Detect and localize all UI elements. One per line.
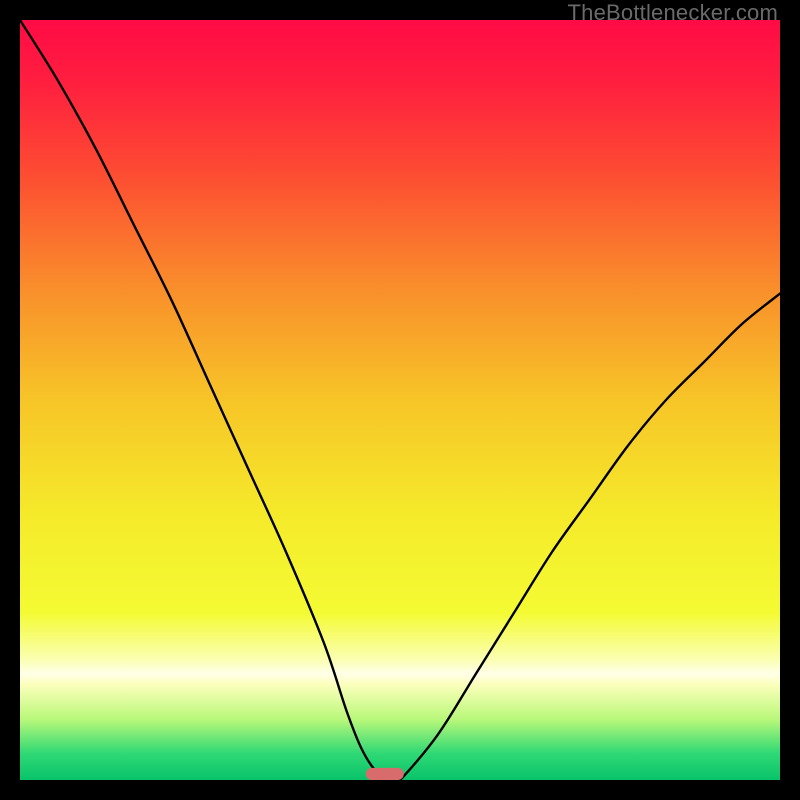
plot-area bbox=[20, 20, 780, 780]
bottleneck-chart bbox=[20, 20, 780, 780]
chart-frame: TheBottlenecker.com bbox=[0, 0, 800, 800]
optimal-marker bbox=[366, 768, 404, 780]
